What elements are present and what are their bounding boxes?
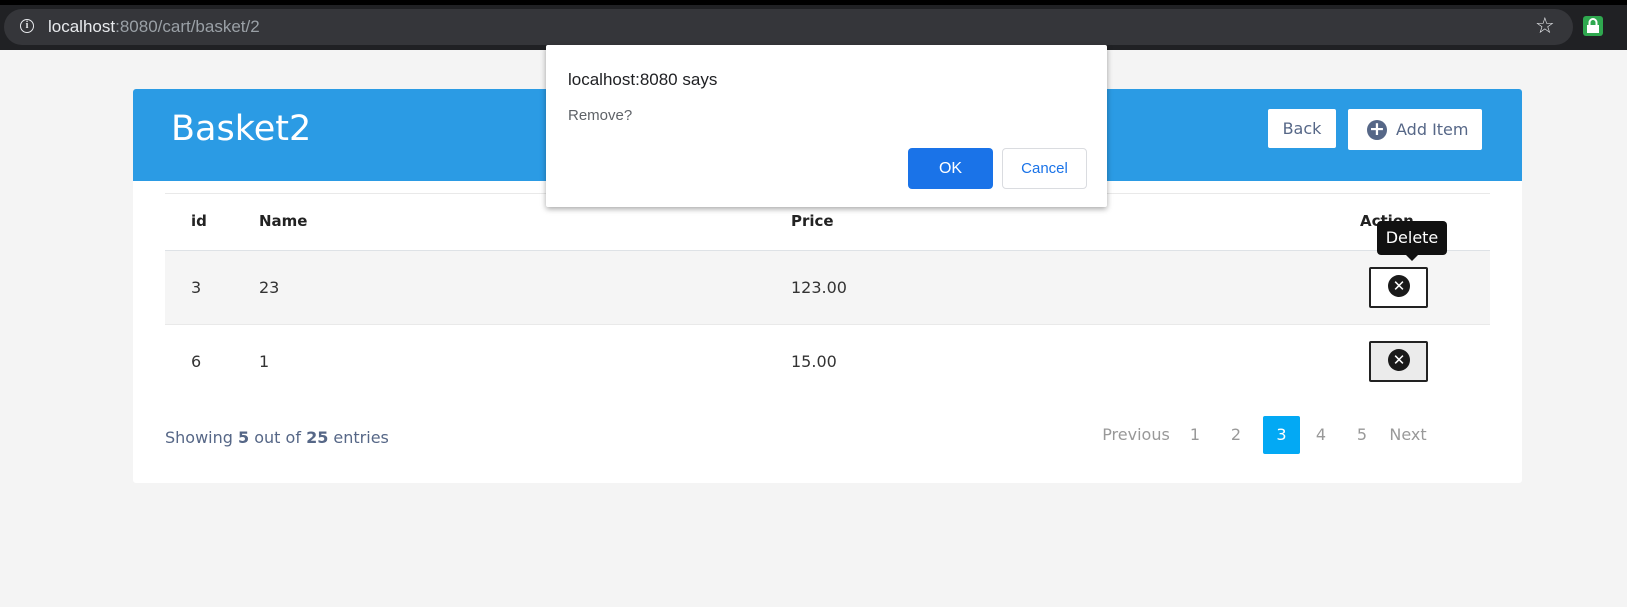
url-text[interactable]: localhost:8080/cart/basket/2 xyxy=(48,17,260,37)
info-icon[interactable]: i xyxy=(20,19,34,33)
entries-hint: Showing 5 out of 25 entries xyxy=(165,428,389,447)
cell-price: 123.00 xyxy=(791,278,847,297)
items-table: id Name Price Action 3 23 123.00 ✕ 6 1 1… xyxy=(165,193,1490,398)
cell-name: 1 xyxy=(259,352,270,371)
tab-strip-edge xyxy=(0,0,1627,5)
dialog-title: localhost:8080 says xyxy=(568,70,718,89)
pagination-page[interactable]: 4 xyxy=(1310,416,1332,454)
extension-lock-icon[interactable] xyxy=(1583,16,1603,36)
delete-button[interactable]: ✕ xyxy=(1369,267,1428,308)
pagination-page[interactable]: 5 xyxy=(1351,416,1373,454)
pagination-page-active[interactable]: 3 xyxy=(1263,416,1300,454)
cell-id: 3 xyxy=(191,278,202,297)
url-path: :8080/cart/basket/2 xyxy=(115,17,260,36)
add-item-button[interactable]: + Add Item xyxy=(1348,109,1482,150)
address-bar[interactable]: i localhost:8080/cart/basket/2 ☆ xyxy=(4,9,1573,45)
cancel-button[interactable]: Cancel xyxy=(1002,148,1087,189)
pagination-page[interactable]: 2 xyxy=(1224,416,1248,454)
cell-name: 23 xyxy=(259,278,280,297)
confirm-dialog: localhost:8080 says Remove? OK Cancel xyxy=(546,45,1107,207)
dialog-message: Remove? xyxy=(568,107,633,124)
bookmark-star-icon[interactable]: ☆ xyxy=(1535,14,1555,39)
table-row: 6 1 15.00 ✕ xyxy=(165,325,1490,398)
back-button[interactable]: Back xyxy=(1268,109,1336,148)
hint-middle: out of xyxy=(254,428,301,447)
add-item-label: Add Item xyxy=(1396,120,1469,139)
hint-suffix: entries xyxy=(333,428,389,447)
page-title: Basket2 xyxy=(171,109,312,149)
close-circle-icon: ✕ xyxy=(1388,275,1410,297)
url-host: localhost xyxy=(48,17,116,36)
table-row: 3 23 123.00 ✕ xyxy=(165,251,1490,325)
cell-id: 6 xyxy=(191,352,202,371)
column-header-id: id xyxy=(191,212,207,230)
column-header-price: Price xyxy=(791,212,834,230)
pagination-previous[interactable]: Previous xyxy=(1101,416,1171,454)
cell-price: 15.00 xyxy=(791,352,837,371)
hint-shown-count: 5 xyxy=(238,428,250,447)
browser-toolbar: i localhost:8080/cart/basket/2 ☆ xyxy=(0,0,1627,50)
delete-button[interactable]: ✕ xyxy=(1369,341,1428,382)
plus-circle-icon: + xyxy=(1367,120,1387,140)
pagination-page[interactable]: 1 xyxy=(1184,416,1206,454)
close-circle-icon: ✕ xyxy=(1388,349,1410,371)
delete-tooltip: Delete xyxy=(1377,221,1447,261)
column-header-name: Name xyxy=(259,212,308,230)
hint-prefix: Showing xyxy=(165,428,233,447)
ok-button[interactable]: OK xyxy=(908,148,993,189)
pagination-next[interactable]: Next xyxy=(1386,416,1430,454)
hint-total-count: 25 xyxy=(306,428,329,447)
